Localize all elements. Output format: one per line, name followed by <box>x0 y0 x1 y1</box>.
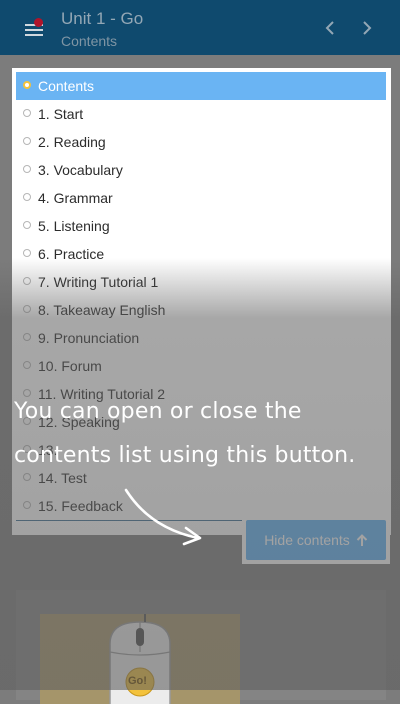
toc-item-label: 10. Forum <box>38 358 102 374</box>
toc-item[interactable]: 6. Practice <box>16 240 386 268</box>
notification-dot <box>34 18 43 27</box>
mouse-badge-text: Go! <box>128 675 147 687</box>
hide-contents-highlight: Hide contents <box>242 516 390 564</box>
toc-item-label: 8. Takeaway English <box>38 302 166 318</box>
toc-item-label: 15. Feedback <box>38 498 123 514</box>
toc-item[interactable]: 4. Grammar <box>16 184 386 212</box>
toc-item[interactable]: 9. Pronunciation <box>16 324 386 352</box>
radio-icon <box>23 193 31 201</box>
toc-item[interactable]: Contents <box>16 72 386 100</box>
tip-line-2: contents list using this button. <box>14 443 356 468</box>
app-header: Unit 1 - Go Contents <box>0 0 400 55</box>
hide-contents-button[interactable]: Hide contents <box>246 520 386 560</box>
page-title: Unit 1 - Go <box>61 9 144 28</box>
toc-item[interactable]: 2. Reading <box>16 128 386 156</box>
radio-icon <box>23 221 31 229</box>
toc-item[interactable]: 3. Vocabulary <box>16 156 386 184</box>
menu-button[interactable] <box>24 16 46 38</box>
radio-selected-icon <box>23 81 31 89</box>
toc-item[interactable]: 10. Forum <box>16 352 386 380</box>
page-subtitle: Contents <box>61 33 118 49</box>
next-button[interactable] <box>355 14 379 42</box>
toc-item-label: 3. Vocabulary <box>38 162 123 178</box>
chevron-left-icon <box>325 21 334 35</box>
radio-icon <box>23 249 31 257</box>
radio-icon <box>23 333 31 341</box>
curved-arrow-icon <box>124 488 202 546</box>
toc-item-label: 9. Pronunciation <box>38 330 140 346</box>
radio-icon <box>23 361 31 369</box>
arrow-up-icon <box>356 533 368 546</box>
prev-button[interactable] <box>318 14 342 42</box>
chevron-right-icon <box>363 21 372 35</box>
toc-item-label: 2. Reading <box>38 134 106 150</box>
toc-item[interactable]: 8. Takeaway English <box>16 296 386 324</box>
mouse-illustration <box>109 614 171 704</box>
toc-item[interactable]: 5. Listening <box>16 212 386 240</box>
radio-icon <box>23 277 31 285</box>
menu-bar <box>25 34 43 36</box>
radio-icon <box>23 501 31 509</box>
tutorial-tip: You can open or close the contents list … <box>14 390 398 478</box>
toc-item-label: 1. Start <box>38 106 84 122</box>
mouse-image: Go! <box>40 614 240 704</box>
toc-item-label: 4. Grammar <box>38 190 113 206</box>
toc-item-label: 5. Listening <box>38 218 110 234</box>
radio-icon <box>23 305 31 313</box>
toc-item-label: 6. Practice <box>38 246 105 262</box>
radio-icon <box>23 165 31 173</box>
tip-line-1: You can open or close the <box>14 399 302 424</box>
toc-item-label: 7. Writing Tutorial 1 <box>38 274 159 290</box>
hide-contents-label: Hide contents <box>264 532 350 548</box>
radio-icon <box>23 137 31 145</box>
radio-icon <box>23 109 31 117</box>
toc-item[interactable]: 1. Start <box>16 100 386 128</box>
toc-item[interactable]: 7. Writing Tutorial 1 <box>16 268 386 296</box>
menu-bar <box>25 29 43 31</box>
toc-item-label: Contents <box>38 78 95 94</box>
